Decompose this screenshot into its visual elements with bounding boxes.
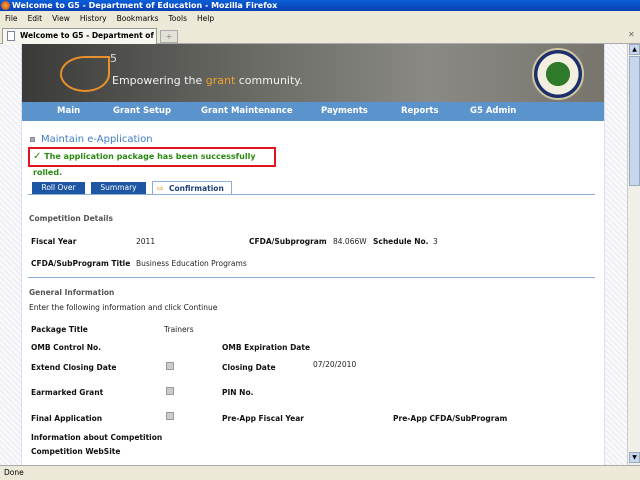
page-icon (7, 31, 15, 41)
success-message: ✓ The application package has been succe… (28, 147, 276, 177)
final-application-label: Final Application (31, 414, 103, 423)
extend-closing-checkbox[interactable] (166, 362, 174, 370)
preapp-cfda-label: Pre-App CFDA/SubProgram (393, 414, 508, 423)
fiscal-year-label: Fiscal Year (31, 237, 77, 246)
schedule-label: Schedule No. (373, 237, 429, 246)
menu-view[interactable]: View (52, 14, 70, 23)
competition-website-label: Competition WebSite (31, 447, 121, 456)
left-gutter (0, 44, 22, 465)
schedule-value: 3 (433, 237, 438, 246)
department-seal-icon (532, 48, 584, 100)
closing-date-value: 07/20/2010 (313, 360, 357, 369)
status-bar: Done (0, 465, 640, 480)
check-icon: ✓ (33, 151, 42, 162)
nav-grant-setup[interactable]: Grant Setup (113, 102, 171, 121)
earmarked-label: Earmarked Grant (31, 388, 104, 397)
menu-edit[interactable]: Edit (28, 14, 43, 23)
scroll-up-icon[interactable]: ▲ (629, 44, 640, 55)
g5-logo (60, 56, 110, 92)
window-title: Welcome to G5 - Department of Education … (0, 0, 640, 11)
pin-label: PIN No. (222, 388, 254, 397)
close-tab-icon[interactable]: ✕ (628, 30, 638, 40)
menu-bookmarks[interactable]: Bookmarks (117, 14, 159, 23)
section-competition-details: Competition Details (29, 214, 113, 223)
nav-payments[interactable]: Payments (321, 102, 368, 121)
package-title-value: Trainers (164, 325, 194, 334)
cfda-title-label: CFDA/SubProgram Title (31, 259, 131, 268)
banner: 5 Empowering the grant community. (22, 44, 604, 102)
scroll-down-icon[interactable]: ▼ (629, 452, 640, 463)
instructions: Enter the following information and clic… (29, 303, 218, 312)
firefox-icon (1, 1, 10, 10)
tab-summary[interactable]: Summary (91, 182, 146, 194)
menu-history[interactable]: History (80, 14, 107, 23)
nav-grant-maintenance[interactable]: Grant Maintenance (201, 102, 293, 121)
browser-tab[interactable]: Welcome to G5 - Department of Edu... (2, 28, 157, 54)
g5-logo-sup: 5 (110, 52, 117, 65)
final-application-checkbox[interactable] (166, 412, 174, 420)
nav-g5-admin[interactable]: G5 Admin (470, 102, 516, 121)
menu-bar: File Edit View History Bookmarks Tools Help (0, 11, 640, 26)
competition-info-label: Information about Competition (31, 433, 163, 442)
package-title-label: Package Title (31, 325, 88, 334)
vertical-scrollbar[interactable]: ▲ ▼ (627, 44, 640, 465)
section-general-information: General Information (29, 288, 115, 297)
earmarked-checkbox[interactable] (166, 387, 174, 395)
menu-tools[interactable]: Tools (169, 14, 187, 23)
scroll-thumb[interactable] (629, 56, 640, 186)
bullet-icon (30, 137, 35, 142)
nav-main[interactable]: Main (57, 102, 80, 121)
tab-confirmation[interactable]: ⇨ Confirmation (152, 181, 232, 195)
cfda-value: 84.066W (333, 237, 367, 246)
nav-bar: Main Grant Setup Grant Maintenance Payme… (22, 102, 604, 121)
menu-file[interactable]: File (5, 14, 18, 23)
menu-help[interactable]: Help (197, 14, 214, 23)
cfda-title-value: Business Education Programs (136, 259, 247, 268)
closing-date-label: Closing Date (222, 363, 276, 372)
divider (28, 277, 595, 278)
page-title: Maintain e-Application (30, 134, 153, 145)
tab-strip: Welcome to G5 - Department of Edu... + (0, 26, 640, 54)
cfda-label: CFDA/Subprogram (249, 237, 327, 246)
preapp-fy-label: Pre-App Fiscal Year (222, 414, 304, 423)
omb-expiration-label: OMB Expiration Date (222, 343, 311, 352)
new-tab-button[interactable]: + (160, 30, 178, 43)
nav-reports[interactable]: Reports (401, 102, 439, 121)
omb-control-label: OMB Control No. (31, 343, 102, 352)
extend-closing-label: Extend Closing Date (31, 363, 117, 372)
tab-roll-over[interactable]: Roll Over (32, 182, 85, 194)
right-gutter (604, 44, 627, 465)
page-viewport: 5 Empowering the grant community. Main G… (0, 44, 627, 465)
tagline: Empowering the grant community. (112, 74, 303, 87)
fiscal-year-value: 2011 (136, 237, 156, 246)
tab-divider (28, 194, 595, 195)
